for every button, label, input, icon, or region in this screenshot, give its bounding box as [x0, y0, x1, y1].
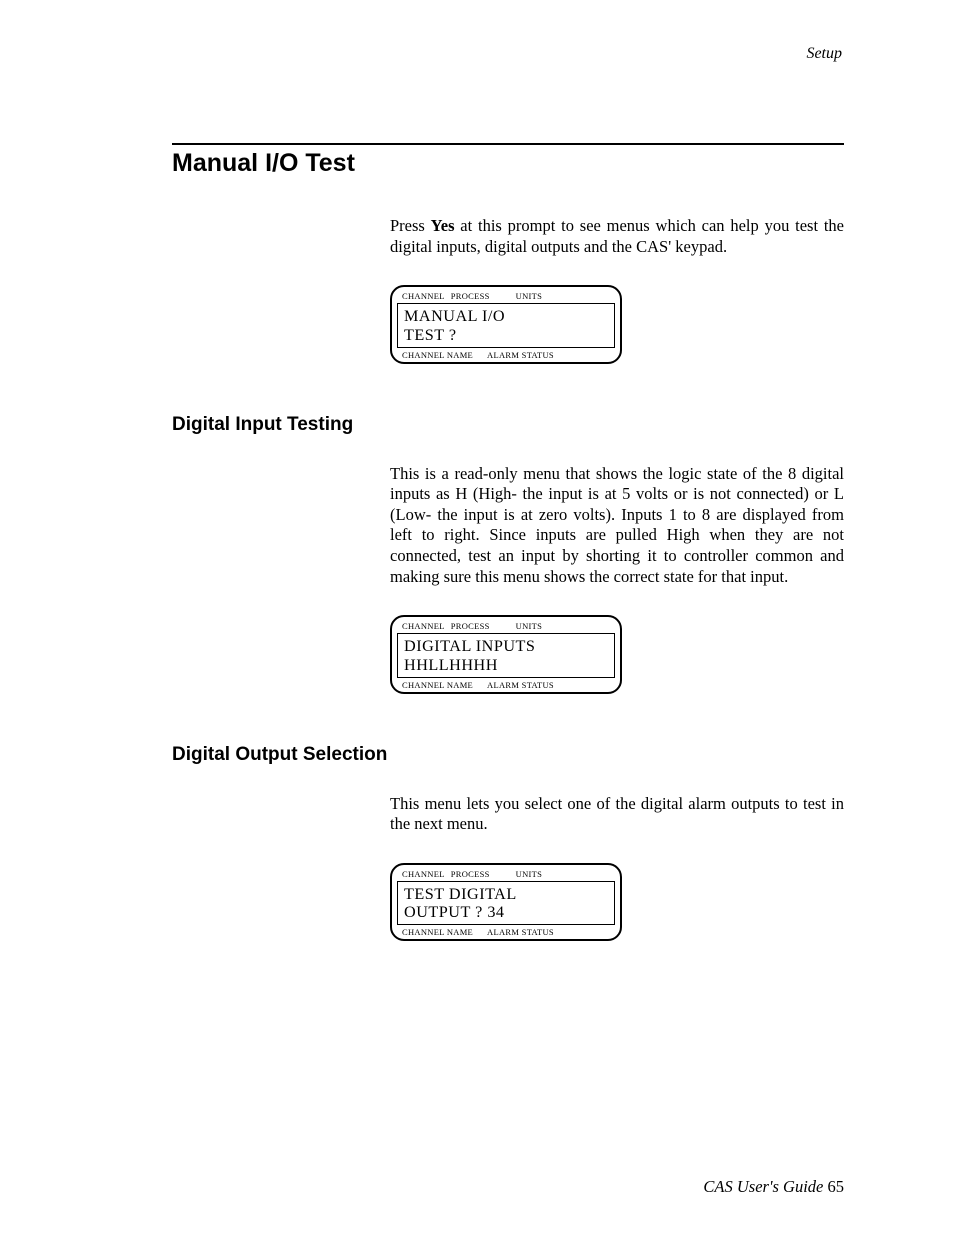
- section-rule: [172, 143, 844, 145]
- footer-text: CAS User's Guide: [703, 1177, 827, 1196]
- footer-page-number: 65: [828, 1177, 845, 1196]
- lcd-core-3: TEST DIGITAL OUTPUT ? 34: [397, 881, 615, 925]
- lcd-bot-name: CHANNEL NAME: [402, 680, 473, 690]
- subsection-title-1: Digital Input Testing: [172, 414, 844, 436]
- lcd-bot-name: CHANNEL NAME: [402, 927, 473, 937]
- page-header-right: Setup: [172, 45, 844, 63]
- lcd-bot-alarm: ALARM STATUS: [487, 927, 554, 937]
- intro-paragraph: Press Yes at this prompt to see menus wh…: [390, 216, 844, 257]
- lcd-display-3: CHANNEL PROCESS UNITS TEST DIGITAL OUTPU…: [390, 863, 622, 941]
- lcd-top-process: PROCESS: [451, 869, 490, 879]
- lcd1-line2: TEST ?: [404, 326, 608, 345]
- page-footer: CAS User's Guide 65: [703, 1177, 844, 1197]
- lcd-bot-labels: CHANNEL NAME ALARM STATUS: [392, 350, 620, 360]
- lcd-bot-alarm: ALARM STATUS: [487, 350, 554, 360]
- lcd3-line2: OUTPUT ? 34: [404, 903, 608, 922]
- intro-bold: Yes: [431, 216, 455, 235]
- lcd-bot-name: CHANNEL NAME: [402, 350, 473, 360]
- intro-pre: Press: [390, 216, 431, 235]
- lcd-top-labels: CHANNEL PROCESS UNITS: [392, 621, 620, 631]
- lcd-top-labels: CHANNEL PROCESS UNITS: [392, 291, 620, 301]
- subsection-title-2: Digital Output Selection: [172, 744, 844, 766]
- lcd-top-labels: CHANNEL PROCESS UNITS: [392, 869, 620, 879]
- lcd1-line1: MANUAL I/O: [404, 307, 608, 326]
- lcd2-line1: DIGITAL INPUTS: [404, 637, 608, 656]
- lcd-bot-alarm: ALARM STATUS: [487, 680, 554, 690]
- lcd-top-channel: CHANNEL: [402, 291, 445, 301]
- lcd-top-process: PROCESS: [451, 291, 490, 301]
- lcd2-line2: HHLLHHHH: [404, 656, 608, 675]
- intro-post: at this prompt to see menus which can he…: [390, 216, 844, 256]
- lcd-top-units: UNITS: [516, 621, 543, 631]
- lcd-top-process: PROCESS: [451, 621, 490, 631]
- lcd-bot-labels: CHANNEL NAME ALARM STATUS: [392, 927, 620, 937]
- lcd3-line1: TEST DIGITAL: [404, 885, 608, 904]
- lcd-top-units: UNITS: [516, 869, 543, 879]
- lcd-display-2: CHANNEL PROCESS UNITS DIGITAL INPUTS HHL…: [390, 615, 622, 693]
- lcd-top-channel: CHANNEL: [402, 621, 445, 631]
- lcd-core-2: DIGITAL INPUTS HHLLHHHH: [397, 633, 615, 677]
- sub1-paragraph: This is a read-only menu that shows the …: [390, 464, 844, 588]
- lcd-display-1: CHANNEL PROCESS UNITS MANUAL I/O TEST ? …: [390, 285, 622, 363]
- lcd-top-channel: CHANNEL: [402, 869, 445, 879]
- lcd-top-units: UNITS: [516, 291, 543, 301]
- lcd-core-1: MANUAL I/O TEST ?: [397, 303, 615, 347]
- lcd-bot-labels: CHANNEL NAME ALARM STATUS: [392, 680, 620, 690]
- sub2-paragraph: This menu lets you select one of the dig…: [390, 794, 844, 835]
- section-title: Manual I/O Test: [172, 149, 844, 178]
